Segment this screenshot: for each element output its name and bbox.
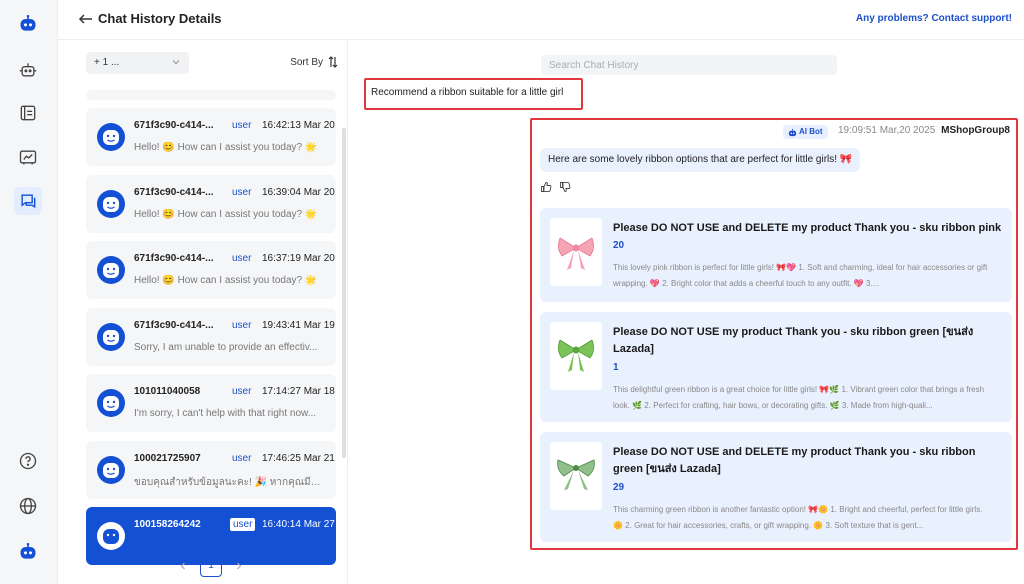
filter-select[interactable]: + 1 ...: [86, 52, 189, 74]
chevron-down-icon: [172, 60, 180, 65]
product-price: 1: [613, 362, 619, 373]
page-header: Chat History Details Any problems? Conta…: [58, 0, 1024, 40]
user-avatar-icon: [97, 123, 125, 151]
conversation-id: 101011040058: [134, 386, 201, 397]
timestamp: 17:46:25 Mar 21: [262, 452, 335, 464]
message-preview: Hello! 😊 How can I assist you today? 🌟: [134, 208, 318, 220]
help-icon[interactable]: [14, 447, 42, 475]
bot-logo-icon[interactable]: [14, 10, 42, 38]
product-card[interactable]: Please DO NOT USE and DELETE my product …: [540, 432, 1012, 542]
bot-timestamp: 19:09:51 Mar,20 2025: [838, 125, 936, 136]
conversation-id: 671f3c90-c414-...: [134, 253, 214, 264]
conversation-id: 100021725907: [134, 452, 201, 464]
robot-icon[interactable]: [14, 56, 42, 84]
sort-by-button[interactable]: Sort By: [290, 57, 323, 68]
chat-history-icon[interactable]: [14, 187, 42, 215]
timestamp: 16:40:14 Mar 27: [262, 519, 335, 530]
role-label: user: [232, 319, 252, 331]
list-item[interactable]: 101011040058 user 17:14:27 Mar 18 I'm so…: [86, 374, 336, 432]
pagination: 1: [176, 555, 248, 577]
list-item[interactable]: 100021725907 user 17:46:25 Mar 21 ขอบคุณ…: [86, 440, 336, 499]
chevron-left-icon[interactable]: [178, 561, 188, 571]
timestamp: 16:39:04 Mar 20: [262, 186, 335, 198]
timestamp: 19:43:41 Mar 19: [262, 319, 335, 331]
timestamp: 17:14:27 Mar 18: [262, 386, 335, 397]
product-title: Please DO NOT USE my product Thank you -…: [613, 326, 974, 355]
pink-ribbon-icon: [558, 237, 594, 270]
user-avatar-icon: [97, 189, 125, 218]
bot-response-highlight: AI Bot 19:09:51 Mar,20 2025 MShopGroup8 …: [530, 118, 1018, 550]
list-item[interactable]: 671f3c90-c414-... user 16:39:04 Mar 20 H…: [86, 174, 336, 233]
conversation-id: 671f3c90-c414-...: [134, 319, 214, 331]
dashboard-icon[interactable]: [14, 143, 42, 171]
shop-group-name: MShopGroup8: [941, 125, 1010, 136]
product-title: Please DO NOT USE and DELETE my product …: [613, 446, 976, 475]
chevron-right-icon[interactable]: [234, 561, 244, 571]
role-label: user: [232, 186, 252, 198]
product-description: This charming green ribbon is another fa…: [613, 505, 983, 530]
list-item[interactable]: 671f3c90-c414-... user 16:37:19 Mar 20 H…: [86, 241, 336, 299]
product-description: This lovely pink ribbon is perfect for l…: [613, 263, 988, 288]
green-ribbon-icon: [558, 339, 594, 372]
list-item[interactable]: 671f3c90-c414-... user 16:42:13 Mar 20 H…: [86, 108, 336, 166]
page-title: Chat History Details: [98, 11, 222, 26]
user-message: Recommend a ribbon suitable for a little…: [371, 87, 564, 98]
user-avatar-icon: [97, 322, 125, 351]
conversation-id: 671f3c90-c414-...: [134, 186, 214, 198]
role-label: user: [230, 518, 256, 531]
conversation-id: 100158264242: [134, 519, 201, 530]
message-preview: ขอบคุณสำหรับข้อมูลนะคะ! 🎉 หากคุณมีคำถ...: [134, 476, 326, 488]
role-label: user: [232, 120, 252, 131]
bot-reply-bubble: Here are some lovely ribbon options that…: [540, 148, 861, 172]
user-avatar-icon: [97, 389, 125, 417]
back-arrow-icon[interactable]: [78, 11, 94, 27]
contact-support-link[interactable]: Any problems? Contact support!: [856, 13, 1012, 24]
list-scrollbar[interactable]: [342, 128, 346, 458]
product-image: [550, 218, 602, 286]
user-avatar-icon: [97, 256, 125, 284]
search-chat-history-input[interactable]: [541, 55, 837, 75]
user-avatar-icon: [97, 522, 125, 550]
message-preview: Hello! 😊 How can I assist you today? 🌟: [134, 142, 318, 153]
ai-bot-badge: AI Bot: [783, 125, 828, 139]
bot-small-icon: [788, 128, 797, 136]
chat-list[interactable]: 671f3c90-c414-... user 16:42:13 Mar 20 H…: [86, 90, 336, 578]
product-image: [550, 322, 602, 390]
notebook-icon[interactable]: [14, 99, 42, 127]
timestamp: 16:37:19 Mar 20: [262, 253, 335, 264]
ai-bot-label: AI Bot: [799, 127, 823, 136]
product-price: 20: [613, 240, 625, 251]
green-ribbon-icon: [557, 459, 595, 490]
role-label: user: [232, 386, 252, 397]
filter-select-value: + 1 ...: [94, 57, 120, 68]
thumbs-up-icon[interactable]: [540, 181, 552, 193]
user-avatar-icon: [97, 455, 125, 484]
product-description: This delightful green ribbon is a great …: [613, 385, 985, 410]
message-preview: Sorry, I am unable to provide an effecti…: [134, 341, 318, 353]
page-number-button[interactable]: 1: [200, 555, 222, 577]
product-card[interactable]: Please DO NOT USE my product Thank you -…: [540, 312, 1012, 422]
bot-avatar-icon[interactable]: [14, 538, 42, 566]
list-item[interactable]: [86, 90, 336, 100]
user-message-highlight: Recommend a ribbon suitable for a little…: [364, 78, 583, 110]
message-preview: Hello! 😊 How can I assist you today? 🌟: [134, 275, 318, 286]
role-label: user: [232, 452, 252, 464]
chat-list-panel: + 1 ... Sort By 671f3c90-c414-... user 1…: [76, 40, 348, 584]
message-preview: I'm sorry, I can't help with that right …: [134, 408, 317, 419]
product-image: [550, 442, 602, 510]
list-item[interactable]: 671f3c90-c414-... user 19:43:41 Mar 19 S…: [86, 307, 336, 366]
sort-icon[interactable]: [327, 55, 339, 69]
conversation-id: 671f3c90-c414-...: [134, 120, 214, 131]
product-price: 29: [613, 482, 625, 493]
role-label: user: [232, 253, 252, 264]
product-card[interactable]: Please DO NOT USE and DELETE my product …: [540, 208, 1012, 302]
left-rail: [0, 0, 58, 584]
thumbs-down-icon[interactable]: [559, 181, 571, 193]
timestamp: 16:42:13 Mar 20: [262, 120, 335, 131]
globe-icon[interactable]: [14, 492, 42, 520]
product-title: Please DO NOT USE and DELETE my product …: [613, 222, 1002, 234]
